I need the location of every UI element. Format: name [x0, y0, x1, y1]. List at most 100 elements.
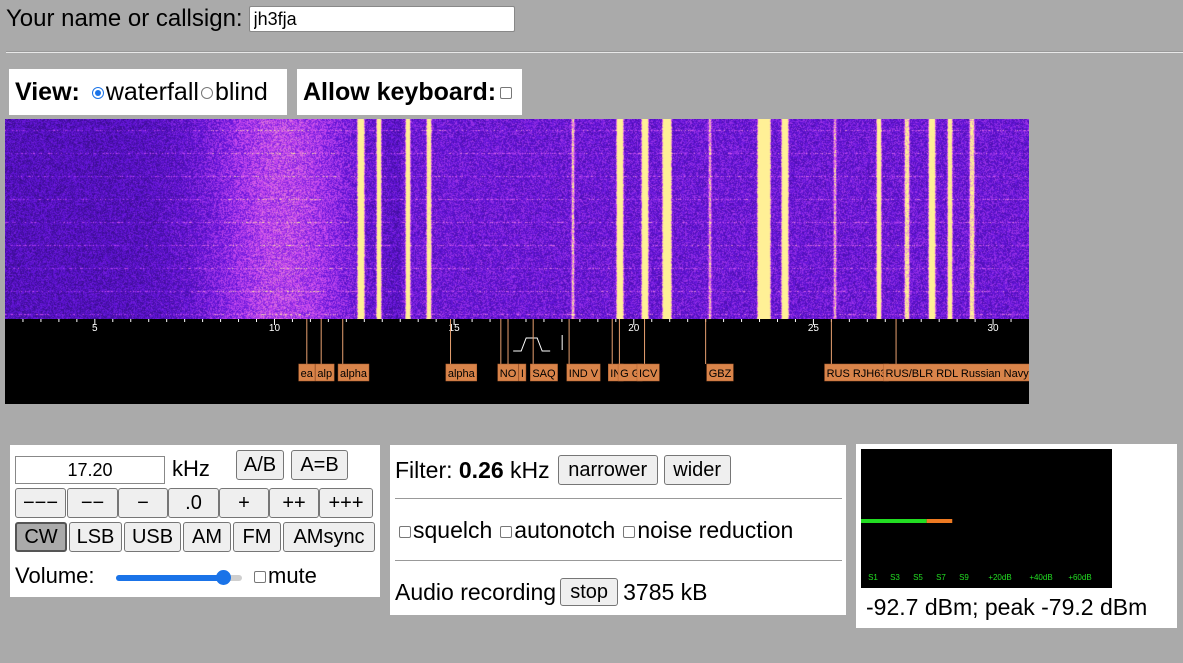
smeter-scale-label: +20dB	[988, 573, 1011, 582]
keyboard-label: Allow keyboard:	[303, 77, 497, 106]
callsign-input[interactable]	[248, 6, 515, 32]
station-label[interactable]: ICV	[636, 363, 660, 382]
svg-text:alp: alp	[317, 368, 332, 380]
callsign-label: Your name or callsign:	[6, 5, 243, 32]
view-blind-radio[interactable]	[200, 87, 213, 99]
autonotch-checkbox[interactable]	[500, 525, 513, 538]
step-up-2-button[interactable]: ++	[269, 488, 319, 518]
mode-cw-button[interactable]: CW	[15, 522, 67, 552]
svg-text:ea: ea	[301, 368, 314, 380]
mode-usb-button[interactable]: USB	[124, 522, 181, 552]
svg-text:RUS RJH63: RUS RJH63	[827, 368, 887, 380]
svg-text:alpha: alpha	[448, 368, 476, 380]
scale-tick-label: 5	[92, 323, 98, 334]
scale-tick-label: 25	[808, 323, 820, 334]
step-down-2-button[interactable]: −−	[67, 488, 118, 518]
svg-text:IND V: IND V	[569, 368, 599, 380]
keyboard-toggle: Allow keyboard:	[297, 69, 522, 115]
wider-button[interactable]: wider	[663, 455, 731, 485]
recording-size: 3785 kB	[623, 578, 708, 605]
station-label[interactable]: SAQ	[530, 363, 558, 382]
step-down-3-button[interactable]: −−−	[15, 488, 66, 518]
view-selector: View: waterfall blind	[9, 69, 287, 115]
scale-tick-label: 30	[988, 323, 1000, 334]
divider	[395, 560, 842, 561]
frequency-scale[interactable]: 5 10 15 20 25 30ea alp alpha alpha NO I SAQ IND V ING…	[5, 319, 1029, 404]
smeter-scale-label: S9	[959, 573, 969, 582]
smeter-scale-label: S7	[936, 573, 946, 582]
filter-width-unit: kHz	[510, 456, 550, 483]
smeter-reading: -92.7 dBm; peak -79.2 dBm	[866, 594, 1148, 620]
scale-tick-label: 20	[628, 323, 640, 334]
step-up-1-button[interactable]: +	[219, 488, 269, 518]
passband-marker	[513, 337, 551, 352]
svg-text:alpha: alpha	[340, 368, 368, 380]
filter-row: Filter: 0.26 kHz narrower wider	[395, 455, 731, 485]
svg-text:I: I	[521, 368, 524, 380]
station-label[interactable]: IND V	[566, 363, 601, 382]
smeter-scale-label: S3	[890, 573, 900, 582]
keyboard-checkbox[interactable]	[500, 87, 513, 99]
mute-toggle[interactable]: mute	[254, 563, 317, 589]
station-label[interactable]: ea	[298, 363, 316, 382]
station-label[interactable]: alp	[315, 363, 335, 382]
smeter-level-bar	[861, 519, 927, 523]
svg-text:RUS/BLR RDL Russian Navy: RUS/BLR RDL Russian Navy	[886, 368, 1029, 380]
scale-tick-label: 10	[269, 323, 281, 334]
volume-slider-fill	[116, 575, 224, 581]
station-label[interactable]: I	[518, 363, 527, 382]
squelch-label[interactable]: squelch	[413, 517, 492, 544]
step-down-1-button[interactable]: −	[118, 488, 168, 518]
view-waterfall-label[interactable]: waterfall	[106, 78, 199, 107]
noise-reduction-checkbox[interactable]	[623, 525, 636, 538]
audio-options: squelch autonotch noise reduction	[399, 517, 793, 544]
noise-reduction-label[interactable]: noise reduction	[637, 517, 793, 544]
svg-text:ICV: ICV	[639, 368, 658, 380]
a-equals-b-button[interactable]: A=B	[291, 450, 348, 480]
tuning-panel: 17.20 kHz A/B A=B −−− −− − .0 + ++ +++ C…	[10, 445, 380, 597]
station-label[interactable]: GBZ	[706, 363, 734, 382]
volume-slider-handle[interactable]	[216, 570, 232, 585]
recording-row: Audio recording stop 3785 kB	[395, 578, 708, 606]
station-label[interactable]: alpha	[445, 363, 478, 382]
smeter-panel: S1 S3 S5 S7 S9 +20dB +40dB +60dB -92.7 dBm; pea…	[856, 444, 1177, 628]
smeter-peak-bar	[926, 519, 953, 523]
audio-panel: Filter: 0.26 kHz narrower wider squelch …	[390, 445, 846, 615]
smeter-scale-label: +60dB	[1068, 573, 1091, 582]
recording-label: Audio recording	[395, 578, 557, 605]
view-waterfall-radio[interactable]	[91, 87, 104, 99]
divider	[395, 498, 842, 499]
svg-text:SAQ: SAQ	[532, 368, 556, 380]
view-label: View:	[15, 77, 80, 106]
volume-slider[interactable]	[116, 570, 242, 585]
step-up-3-button[interactable]: +++	[319, 488, 373, 518]
svg-text:GBZ: GBZ	[709, 368, 732, 380]
mode-lsb-button[interactable]: LSB	[69, 522, 122, 552]
mode-am-button[interactable]: AM	[183, 522, 231, 552]
mute-checkbox[interactable]	[254, 571, 266, 583]
divider	[6, 51, 1183, 53]
station-label[interactable]: RUS RJH63	[824, 363, 889, 382]
svg-text:NO: NO	[500, 368, 517, 380]
narrower-button[interactable]: narrower	[557, 455, 658, 485]
mode-fm-button[interactable]: FM	[233, 522, 281, 552]
smeter-scale-label: S1	[868, 573, 878, 582]
smeter-scale-label: +40dB	[1029, 573, 1052, 582]
view-blind-label[interactable]: blind	[215, 78, 268, 107]
ab-button[interactable]: A/B	[236, 450, 284, 480]
station-label[interactable]: alpha	[337, 363, 370, 382]
mute-label: mute	[268, 563, 317, 588]
mode-amsync-button[interactable]: AMsync	[283, 522, 375, 552]
filter-label: Filter:	[395, 456, 453, 483]
frequency-unit: kHz	[172, 456, 210, 481]
autonotch-label[interactable]: autonotch	[514, 517, 615, 544]
recording-stop-button[interactable]: stop	[560, 578, 619, 606]
smeter-scale-label: S5	[913, 573, 923, 582]
station-label[interactable]: RUS/BLR RDL Russian Navy	[883, 363, 1029, 382]
squelch-checkbox[interactable]	[399, 525, 411, 538]
round-button[interactable]: .0	[168, 488, 219, 518]
smeter-display: S1 S3 S5 S7 S9 +20dB +40dB +60dB	[861, 449, 1112, 588]
waterfall-display[interactable]	[5, 119, 1029, 319]
frequency-input[interactable]: 17.20	[15, 456, 165, 484]
station-label[interactable]: NO	[497, 363, 519, 382]
